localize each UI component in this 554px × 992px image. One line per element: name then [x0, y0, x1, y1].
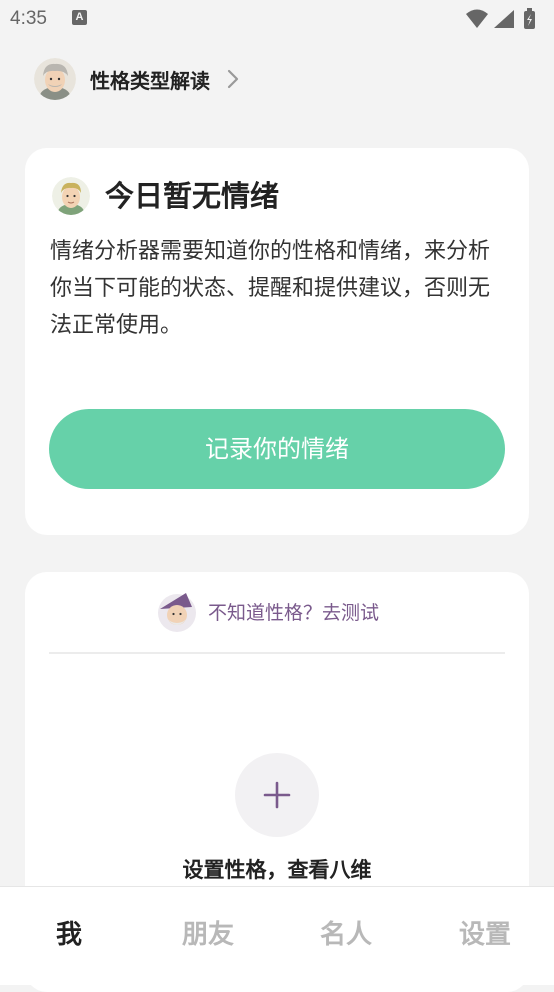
page-title: 性格类型解读 — [90, 68, 210, 93]
take-test-link[interactable]: 不知道性格？去测试 — [156, 589, 379, 633]
nav-me[interactable]: 我 — [29, 915, 109, 955]
avatar — [34, 58, 76, 100]
einstein-avatar-icon — [34, 58, 76, 100]
add-personality-button[interactable] — [235, 753, 319, 837]
battery-icon — [524, 8, 535, 29]
set-personality-label: 设置性格，查看八维 — [182, 858, 372, 882]
emotion-card: 今日暂无情绪 情绪分析器需要知道你的性格和情绪，来分析你当下可能的状态、提醒和提… — [25, 148, 529, 535]
take-test-label: 不知道性格？去测试 — [208, 601, 380, 624]
avatar — [52, 177, 90, 215]
divider — [49, 652, 505, 654]
emotion-title: 今日暂无情绪 — [105, 179, 280, 213]
emotion-description: 情绪分析器需要知道你的性格和情绪，来分析你当下可能的状态、提醒和提供建议，否则无… — [50, 239, 491, 338]
bottom-nav: 我 朋友 名人 设置 — [0, 886, 554, 985]
character-avatar-icon — [52, 177, 90, 215]
signal-icon — [494, 10, 514, 28]
notification-a-icon: A — [72, 10, 87, 25]
status-bar: 4:35 A — [0, 0, 554, 38]
status-icons — [466, 8, 535, 29]
chevron-right-icon — [227, 69, 239, 89]
wizard-avatar-icon — [158, 593, 196, 632]
nav-friends[interactable]: 朋友 — [168, 915, 248, 955]
nav-settings[interactable]: 设置 — [445, 915, 525, 955]
status-time: 4:35 — [10, 8, 47, 29]
record-emotion-button[interactable]: 记录你的情绪 — [49, 409, 505, 489]
personality-interpretation-link[interactable]: 性格类型解读 — [34, 58, 240, 100]
nav-celebrities[interactable]: 名人 — [306, 915, 386, 955]
plus-icon — [263, 781, 291, 809]
wifi-icon — [466, 9, 488, 28]
